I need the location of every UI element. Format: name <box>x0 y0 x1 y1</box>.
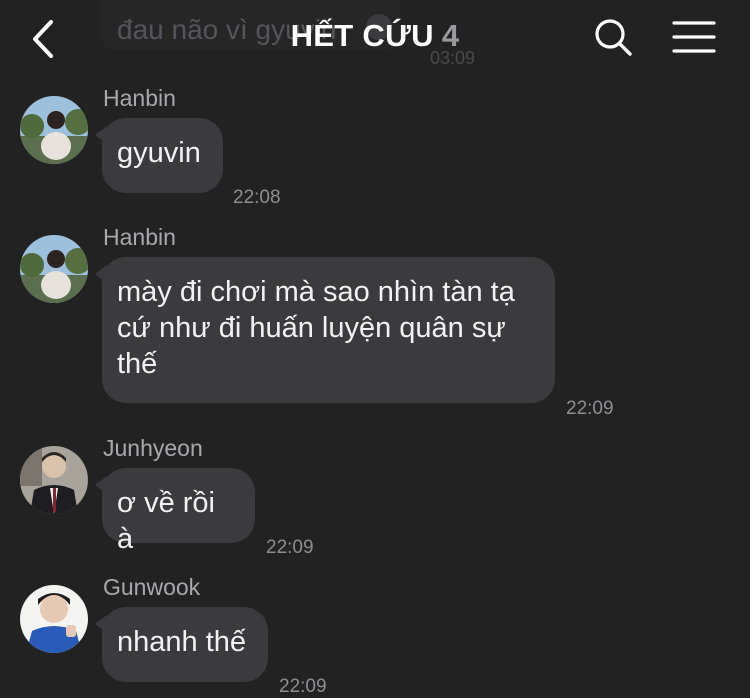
sender-name: Hanbin <box>103 85 176 111</box>
sender-name: Hanbin <box>103 224 176 250</box>
chat-title-text: HẾT CỨU <box>290 18 434 53</box>
member-count: 4 <box>441 18 460 53</box>
sender-name: Junhyeon <box>103 435 203 461</box>
menu-button[interactable] <box>670 18 718 58</box>
message-time: 22:09 <box>279 676 327 697</box>
avatar[interactable] <box>20 235 88 303</box>
chat-header: đau não vì gyuvin 03:09 HẾT CỨU 4 <box>0 0 750 78</box>
message-text: mày đi chơi mà sao nhìn tàn tạ cứ như đi… <box>117 276 515 380</box>
message-time: 22:09 <box>266 537 314 558</box>
hamburger-menu-icon <box>672 21 716 53</box>
message-text: ơ về rồi à <box>117 487 215 555</box>
message-bubble[interactable]: gyuvin <box>95 118 223 193</box>
message-bubble[interactable]: nhanh thế <box>95 607 268 682</box>
sender-name: Gunwook <box>103 574 201 600</box>
search-button[interactable] <box>592 16 636 60</box>
message-bubble[interactable]: ơ về rồi à <box>95 468 255 555</box>
message-time: 22:09 <box>566 398 614 419</box>
search-icon <box>595 19 632 56</box>
avatar[interactable] <box>20 585 88 653</box>
avatar[interactable] <box>20 96 88 164</box>
chat-title: HẾT CỨU 4 <box>0 18 750 54</box>
message-text: gyuvin <box>117 137 201 169</box>
message-bubble[interactable]: mày đi chơi mà sao nhìn tàn tạ cứ như đi… <box>95 257 555 403</box>
message-text: nhanh thế <box>117 626 247 658</box>
avatar[interactable] <box>20 446 88 514</box>
message-time: 22:08 <box>233 187 281 208</box>
